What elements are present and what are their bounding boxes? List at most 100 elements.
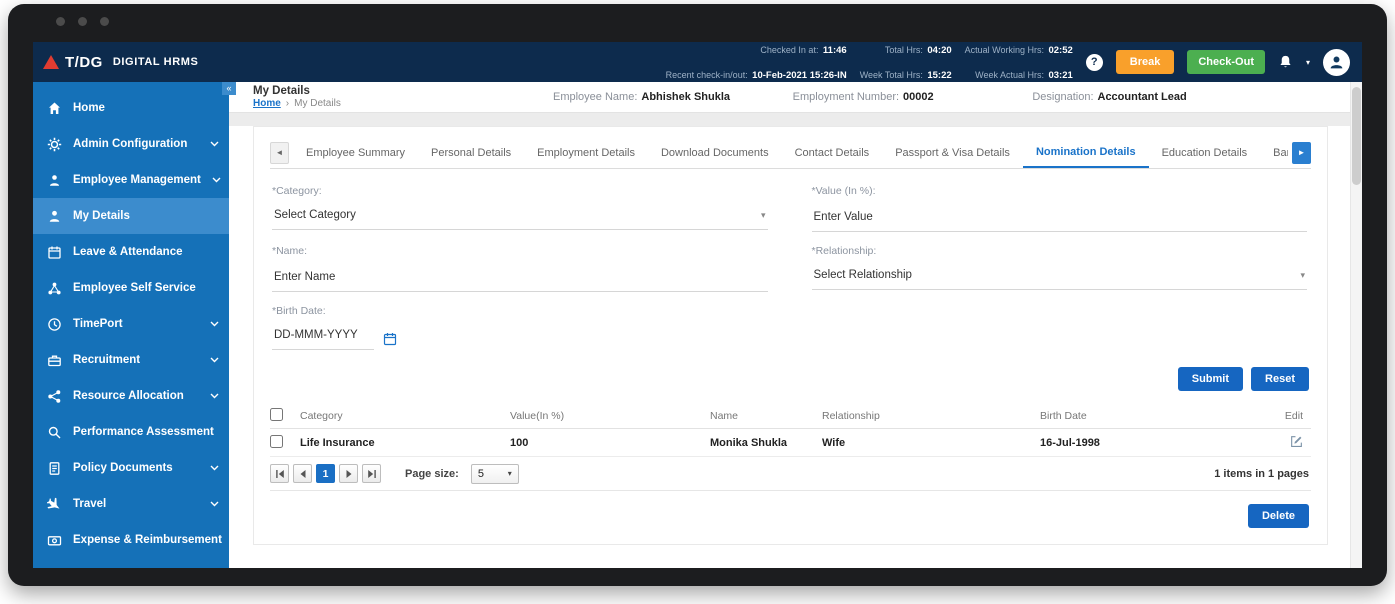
name-field: *Name: [272, 245, 768, 292]
edit-row-icon[interactable] [1290, 435, 1303, 448]
document-icon [46, 461, 62, 476]
window-control-dot[interactable] [78, 17, 87, 26]
employee-name-label: Employee Name: [553, 91, 638, 103]
tab-employee-summary[interactable]: Employee Summary [293, 137, 418, 168]
cell-birth-date: 16-Jul-1998 [1040, 436, 1100, 449]
window-controls [56, 17, 109, 26]
designation-field: Designation: Accountant Lead [1032, 91, 1272, 103]
chevron-down-icon [210, 141, 219, 147]
sidebar-item-expense-reimbursement[interactable]: Expense & Reimbursement [33, 522, 242, 558]
tab-employment-details[interactable]: Employment Details [524, 137, 648, 168]
birth-date-input[interactable] [272, 327, 374, 350]
chevron-down-icon: ▾ [1300, 269, 1305, 280]
person-icon [46, 209, 62, 224]
category-label: *Category: [272, 185, 322, 197]
tab-download-documents[interactable]: Download Documents [648, 137, 782, 168]
relationship-field: *Relationship: Select Relationship ▾ [811, 245, 1307, 292]
page-size-select[interactable]: 5 ▾ [470, 463, 519, 484]
content-spacer [229, 113, 1362, 126]
employment-number-field: Employment Number: 00002 [793, 91, 1033, 103]
tab-nomination-details[interactable]: Nomination Details [1022, 137, 1149, 168]
row-checkbox[interactable] [270, 434, 283, 448]
sidebar-item-policy-documents[interactable]: Policy Documents [33, 450, 229, 486]
tabs-scroll-right-button[interactable]: ► [1292, 141, 1311, 164]
tab-passport-visa-details[interactable]: Passport & Visa Details [882, 137, 1023, 168]
tabs-scroll-left-button[interactable]: ◄ [270, 141, 289, 164]
sidebar-item-leave-attendance[interactable]: Leave & Attendance [33, 234, 229, 270]
tab-bank-details[interactable]: Bank Details [1260, 137, 1288, 168]
gear-icon [46, 137, 62, 152]
app-name: DIGITAL HRMS [112, 56, 199, 68]
reset-button[interactable]: Reset [1251, 367, 1309, 391]
notification-bell-icon[interactable] [1278, 54, 1293, 70]
sidebar-item-timeport[interactable]: TimePort [33, 306, 229, 342]
pagination-page-1-button[interactable]: 1 [316, 464, 335, 483]
checkin-stats: Checked In at: 11:46 Recent check-in/out… [666, 42, 847, 87]
help-icon[interactable]: ? [1085, 53, 1103, 71]
sidebar-item-home[interactable]: Home [33, 90, 229, 126]
sidebar-item-recruitment[interactable]: Recruitment [33, 342, 229, 378]
sidebar-item-admin-configuration[interactable]: Admin Configuration [33, 126, 229, 162]
name-label: *Name: [272, 245, 308, 257]
app-body: Home Admin Configuration Employee Manage… [33, 82, 1362, 568]
tab-education-details[interactable]: Education Details [1149, 137, 1261, 168]
sidebar-item-employee-management[interactable]: Employee Management [33, 162, 229, 198]
breadcrumb-current: My Details [294, 98, 341, 109]
select-all-checkbox[interactable] [270, 407, 283, 421]
scrollbar-thumb[interactable] [1352, 87, 1361, 185]
calendar-picker-icon[interactable] [383, 332, 397, 350]
sidebar-item-resource-allocation[interactable]: Resource Allocation [33, 378, 229, 414]
details-card: ◄ Employee Summary Personal Details Empl… [253, 126, 1328, 545]
pagination-prev-button[interactable] [293, 464, 312, 483]
sidebar-item-performance-assessment[interactable]: Performance Assessment [33, 414, 229, 450]
cell-value: 100 [510, 436, 529, 449]
sidebar-item-travel[interactable]: Travel [33, 486, 229, 522]
name-input[interactable] [272, 269, 768, 292]
birth-date-field: *Birth Date: [272, 305, 768, 350]
employment-number-value: 00002 [903, 91, 934, 103]
break-button[interactable]: Break [1115, 50, 1175, 74]
breadcrumb-home-link[interactable]: Home [253, 98, 281, 109]
sidebar-item-label: Admin Configuration [73, 138, 188, 150]
tab-contact-details[interactable]: Contact Details [782, 137, 883, 168]
window-control-dot[interactable] [56, 17, 65, 26]
value-input[interactable] [811, 209, 1307, 232]
content-area: ◄ Employee Summary Personal Details Empl… [229, 113, 1362, 568]
employee-info-bar: Employee Name: Abhishek Shukla Employment… [553, 91, 1272, 103]
delete-button[interactable]: Delete [1247, 504, 1309, 528]
sidebar-item-my-details[interactable]: My Details [33, 198, 229, 234]
pagination-next-button[interactable] [339, 464, 358, 483]
vertical-scrollbar[interactable] [1350, 82, 1362, 568]
magnifier-icon [46, 425, 62, 440]
sidebar-item-employee-self-service[interactable]: Employee Self Service [33, 270, 229, 306]
chevron-down-icon [210, 357, 219, 363]
relationship-selected-value: Select Relationship [813, 269, 912, 281]
relationship-select[interactable]: Select Relationship ▾ [811, 267, 1307, 290]
pagination-first-button[interactable] [270, 464, 289, 483]
tab-personal-details[interactable]: Personal Details [418, 137, 524, 168]
total-hrs-value: 04:20 [927, 45, 952, 57]
tab-bar: ◄ Employee Summary Personal Details Empl… [270, 137, 1311, 169]
window-control-dot[interactable] [100, 17, 109, 26]
user-avatar[interactable] [1323, 48, 1350, 76]
sidebar-collapse-button[interactable]: « [222, 82, 236, 95]
sidebar-item-label: Recruitment [73, 354, 141, 366]
category-select[interactable]: Select Category ▾ [272, 207, 768, 230]
employee-name-field: Employee Name: Abhishek Shukla [553, 91, 793, 103]
briefcase-icon [46, 353, 62, 368]
submit-button[interactable]: Submit [1177, 367, 1244, 391]
chevron-down-icon [210, 393, 219, 399]
plane-icon [46, 497, 62, 512]
chevron-down-icon [210, 321, 219, 327]
brand: T/DG DIGITAL HRMS [43, 54, 198, 71]
profile-menu-caret-icon[interactable]: ▾ [1306, 58, 1310, 67]
actual-hrs-stats: Actual Working Hrs: 02:52 Week Actual Hr… [965, 42, 1073, 87]
nomination-form: *Category: Select Category ▾ *Value (In … [270, 169, 1311, 363]
home-icon [46, 101, 62, 116]
check-out-button[interactable]: Check-Out [1187, 50, 1265, 74]
sidebar-item-label: Policy Documents [73, 462, 173, 474]
pagination-last-button[interactable] [362, 464, 381, 483]
table-actions: Delete [270, 491, 1311, 534]
category-selected-value: Select Category [274, 209, 356, 221]
table-row: Life Insurance 100 Monika Shukla Wife 16… [270, 429, 1311, 457]
